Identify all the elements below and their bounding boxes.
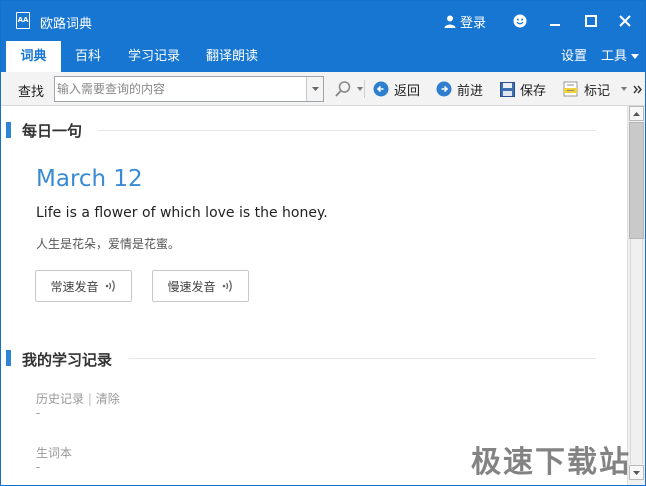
dropdown-arrow-icon (311, 87, 319, 91)
save-button[interactable]: 保存 (500, 80, 547, 99)
clear-history-link[interactable]: 清除 (96, 392, 120, 406)
section-divider (98, 130, 596, 131)
mark-button[interactable]: 标记 (563, 80, 611, 99)
forward-label: 前进 (457, 83, 484, 99)
history-value: - (36, 406, 41, 420)
login-label: 登录 (460, 15, 487, 31)
search-history-dropdown[interactable] (306, 77, 323, 101)
normal-speed-label: 常速发音 (50, 279, 99, 294)
toolbar-overflow-button[interactable] (633, 80, 642, 98)
search-combobox[interactable] (54, 76, 324, 102)
mark-dropdown-icon (621, 87, 627, 91)
floppy-disk-icon (500, 81, 515, 97)
maximize-icon (585, 15, 597, 27)
toolbar-separator (364, 80, 365, 98)
daily-date: March 12 (36, 166, 143, 192)
scroll-track[interactable] (630, 239, 643, 464)
back-arrow-icon (373, 81, 389, 97)
close-button[interactable] (614, 10, 636, 32)
search-input[interactable] (57, 79, 305, 99)
close-icon (619, 15, 631, 27)
scroll-down-arrow-icon (633, 470, 640, 475)
mark-dropdown[interactable] (621, 80, 627, 98)
scroll-thumb[interactable] (629, 122, 644, 239)
caret-down-icon (631, 54, 640, 59)
daily-sentence-chinese: 人生是花朵，爱情是花蜜。 (36, 237, 181, 251)
sound-wave-icon (105, 280, 115, 292)
slow-speed-pronounce-button[interactable]: 慢速发音 (152, 270, 249, 302)
title-bar: AA 欧路词典 登录 (1, 1, 645, 41)
scroll-down-button[interactable] (629, 465, 644, 480)
app-logo-icon: AA (16, 12, 30, 29)
forward-button[interactable]: 前进 (436, 80, 484, 99)
double-chevron-right-icon (633, 85, 642, 93)
normal-speed-pronounce-button[interactable]: 常速发音 (35, 270, 132, 302)
watermark-text: 极速下载站 (471, 445, 631, 480)
tab-translate-read[interactable]: 翻译朗读 (199, 41, 265, 72)
section-marker (6, 122, 11, 138)
history-row: 历史记录 | 清除 (36, 390, 120, 407)
app-window: AA 欧路词典 登录 词典 百科 学习记录 翻译朗读 设置 工具 查找 输入需要… (0, 0, 646, 486)
find-label: 查找 (18, 85, 45, 100)
smiley-icon (513, 14, 527, 28)
settings-menu[interactable]: 设置 (561, 41, 587, 72)
mark-label: 标记 (584, 83, 611, 99)
save-label: 保存 (520, 83, 547, 99)
scroll-up-arrow-icon (633, 111, 640, 116)
vocabulary-book-label[interactable]: 生词本 (36, 444, 72, 461)
vocabulary-book-value: - (36, 460, 41, 474)
tab-study-records[interactable]: 学习记录 (122, 41, 186, 72)
tab-bar: 词典 百科 学习记录 翻译朗读 设置 工具 (1, 41, 645, 72)
app-title: 欧路词典 (40, 17, 93, 32)
minimize-icon (550, 24, 560, 26)
section-divider (129, 358, 596, 359)
bookmark-note-icon (563, 81, 578, 97)
tab-dictionary[interactable]: 词典 (6, 41, 61, 72)
maximize-button[interactable] (580, 10, 602, 32)
slow-speed-label: 慢速发音 (167, 279, 216, 294)
scroll-up-button[interactable] (629, 106, 644, 121)
magnifier-icon (335, 81, 351, 97)
tools-label: 工具 (601, 49, 628, 64)
history-label: 历史记录 (36, 392, 85, 406)
back-label: 返回 (394, 83, 421, 99)
search-dropdown-icon (357, 87, 363, 91)
back-button[interactable]: 返回 (373, 80, 421, 99)
daily-sentence-english: Life is a flower of which love is the ho… (36, 205, 328, 221)
user-icon (444, 15, 456, 28)
vertical-scrollbar[interactable] (627, 106, 645, 485)
tab-encyclopedia[interactable]: 百科 (63, 41, 113, 72)
main-content: 每日一句 March 12 Life is a flower of which … (2, 106, 627, 485)
forward-arrow-icon (436, 81, 452, 97)
daily-sentence-title: 每日一句 (22, 122, 83, 140)
search-button[interactable] (334, 80, 363, 98)
toolbar: 查找 返回 (1, 72, 645, 106)
login-button[interactable]: 登录 (444, 12, 487, 31)
history-separator: | (87, 392, 92, 406)
tools-menu[interactable]: 工具 (601, 41, 640, 72)
section-marker (6, 350, 11, 366)
sound-wave-icon (222, 280, 232, 292)
study-records-title: 我的学习记录 (22, 351, 113, 369)
minimize-button[interactable] (544, 10, 566, 32)
skin-button[interactable] (509, 10, 531, 32)
